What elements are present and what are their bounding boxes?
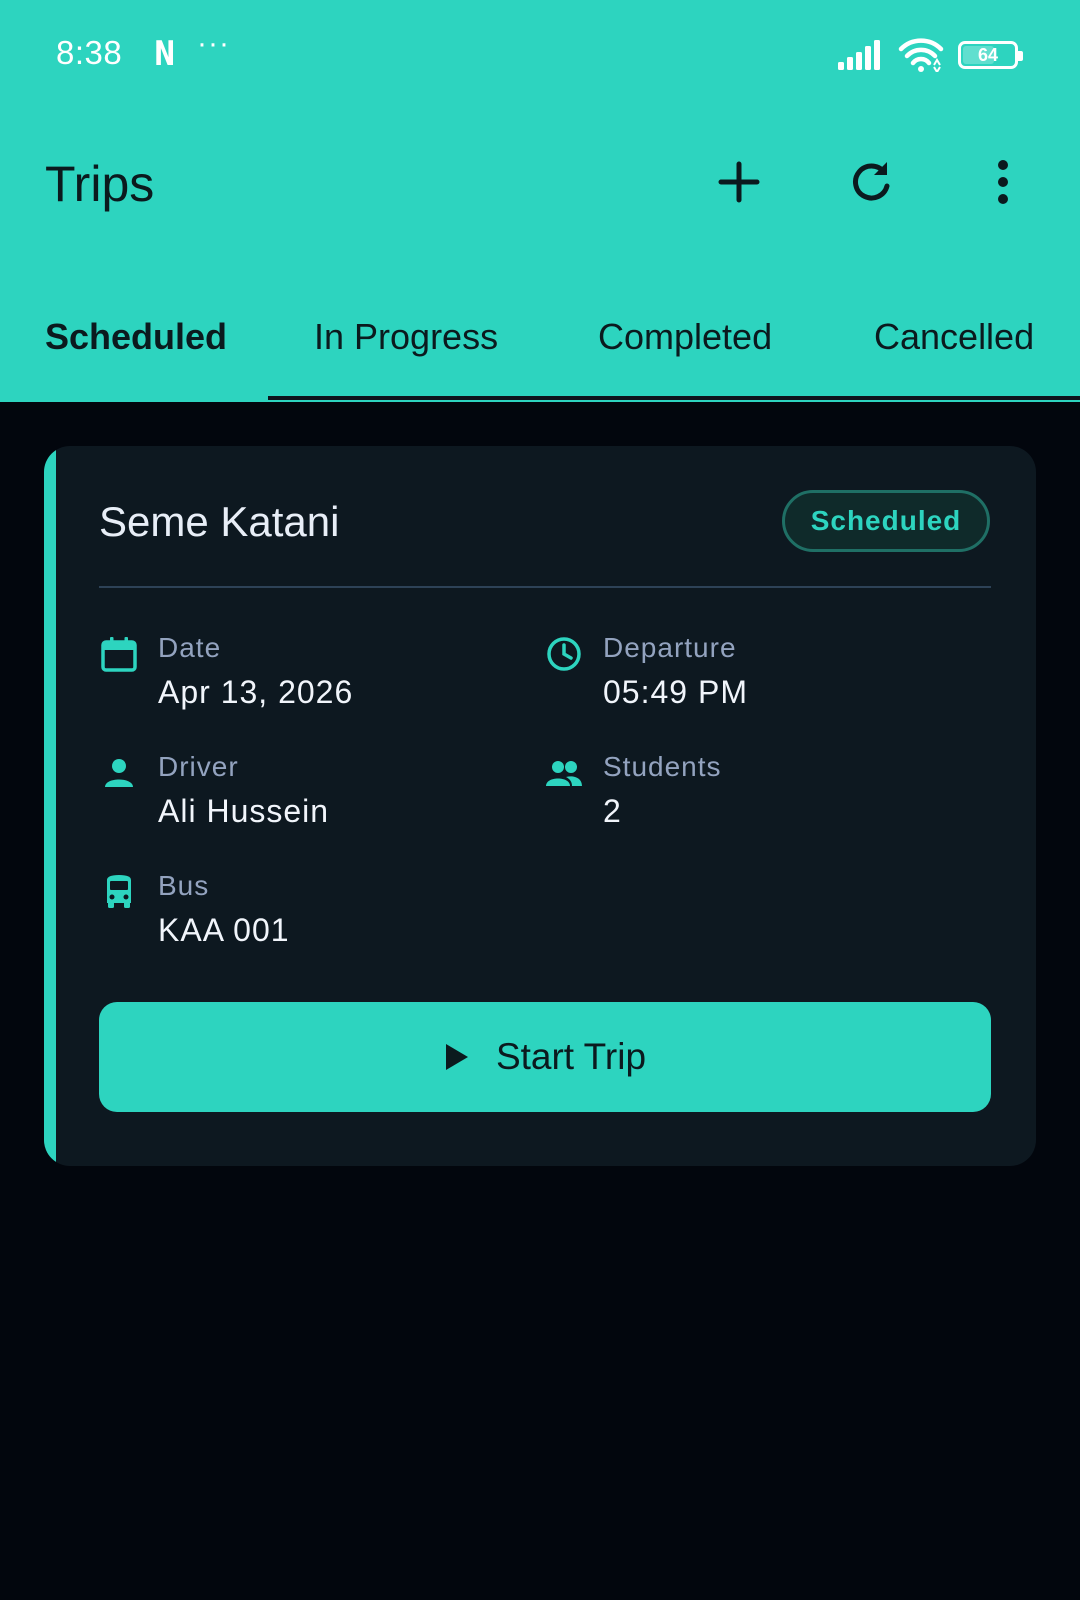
status-icons: 64 — [838, 38, 1023, 72]
page-title: Trips — [45, 156, 155, 212]
battery-icon: 64 — [958, 41, 1023, 69]
card-accent-bar — [44, 446, 56, 1166]
start-trip-button[interactable]: Start Trip — [99, 1002, 991, 1112]
more-options-button[interactable] — [973, 152, 1033, 212]
add-icon — [718, 161, 760, 203]
bus-value: KAA 001 — [158, 912, 290, 948]
driver-value: Ali Hussein — [158, 793, 330, 829]
person-icon — [105, 759, 133, 787]
departure-value: 05:49 PM — [603, 674, 748, 710]
calendar-icon — [101, 637, 137, 672]
play-icon — [445, 1044, 468, 1070]
driver-label: Driver — [158, 751, 239, 782]
signal-icon — [838, 40, 880, 70]
departure-label: Departure — [603, 632, 737, 663]
more-notifications-icon: ··· — [197, 27, 230, 60]
card-divider — [99, 586, 991, 588]
students-value: 2 — [603, 793, 622, 829]
add-trip-button[interactable] — [709, 152, 769, 212]
date-value: Apr 13, 2026 — [158, 674, 354, 710]
bus-label: Bus — [158, 870, 210, 901]
status-time: 8:38 — [56, 34, 123, 71]
group-icon — [546, 761, 582, 786]
trip-status-tabs: Scheduled In Progress Completed Cancelle… — [0, 300, 1080, 402]
students-label: Students — [603, 751, 722, 782]
battery-tip — [1018, 51, 1023, 61]
tab-divider — [268, 396, 1080, 400]
refresh-icon — [853, 162, 890, 201]
date-label: Date — [158, 632, 222, 663]
bus-icon — [107, 875, 131, 908]
tab-scheduled[interactable]: Scheduled — [45, 316, 227, 414]
netflix-notification-icon: N — [154, 34, 176, 74]
trip-card[interactable]: Seme Katani Scheduled Date Apr 13, 2026 … — [44, 446, 1036, 1166]
wifi-icon — [898, 38, 944, 72]
refresh-button[interactable] — [841, 152, 901, 212]
battery-level: 64 — [977, 44, 999, 65]
start-trip-label: Start Trip — [495, 1036, 647, 1077]
more-vert-icon — [998, 160, 1008, 204]
app-header: 8:38 N ··· 64 Trips Scheduled In Progres… — [0, 0, 1080, 402]
trip-name: Seme Katani — [99, 498, 340, 545]
clock-icon — [547, 637, 581, 671]
status-badge: Scheduled — [782, 490, 990, 552]
